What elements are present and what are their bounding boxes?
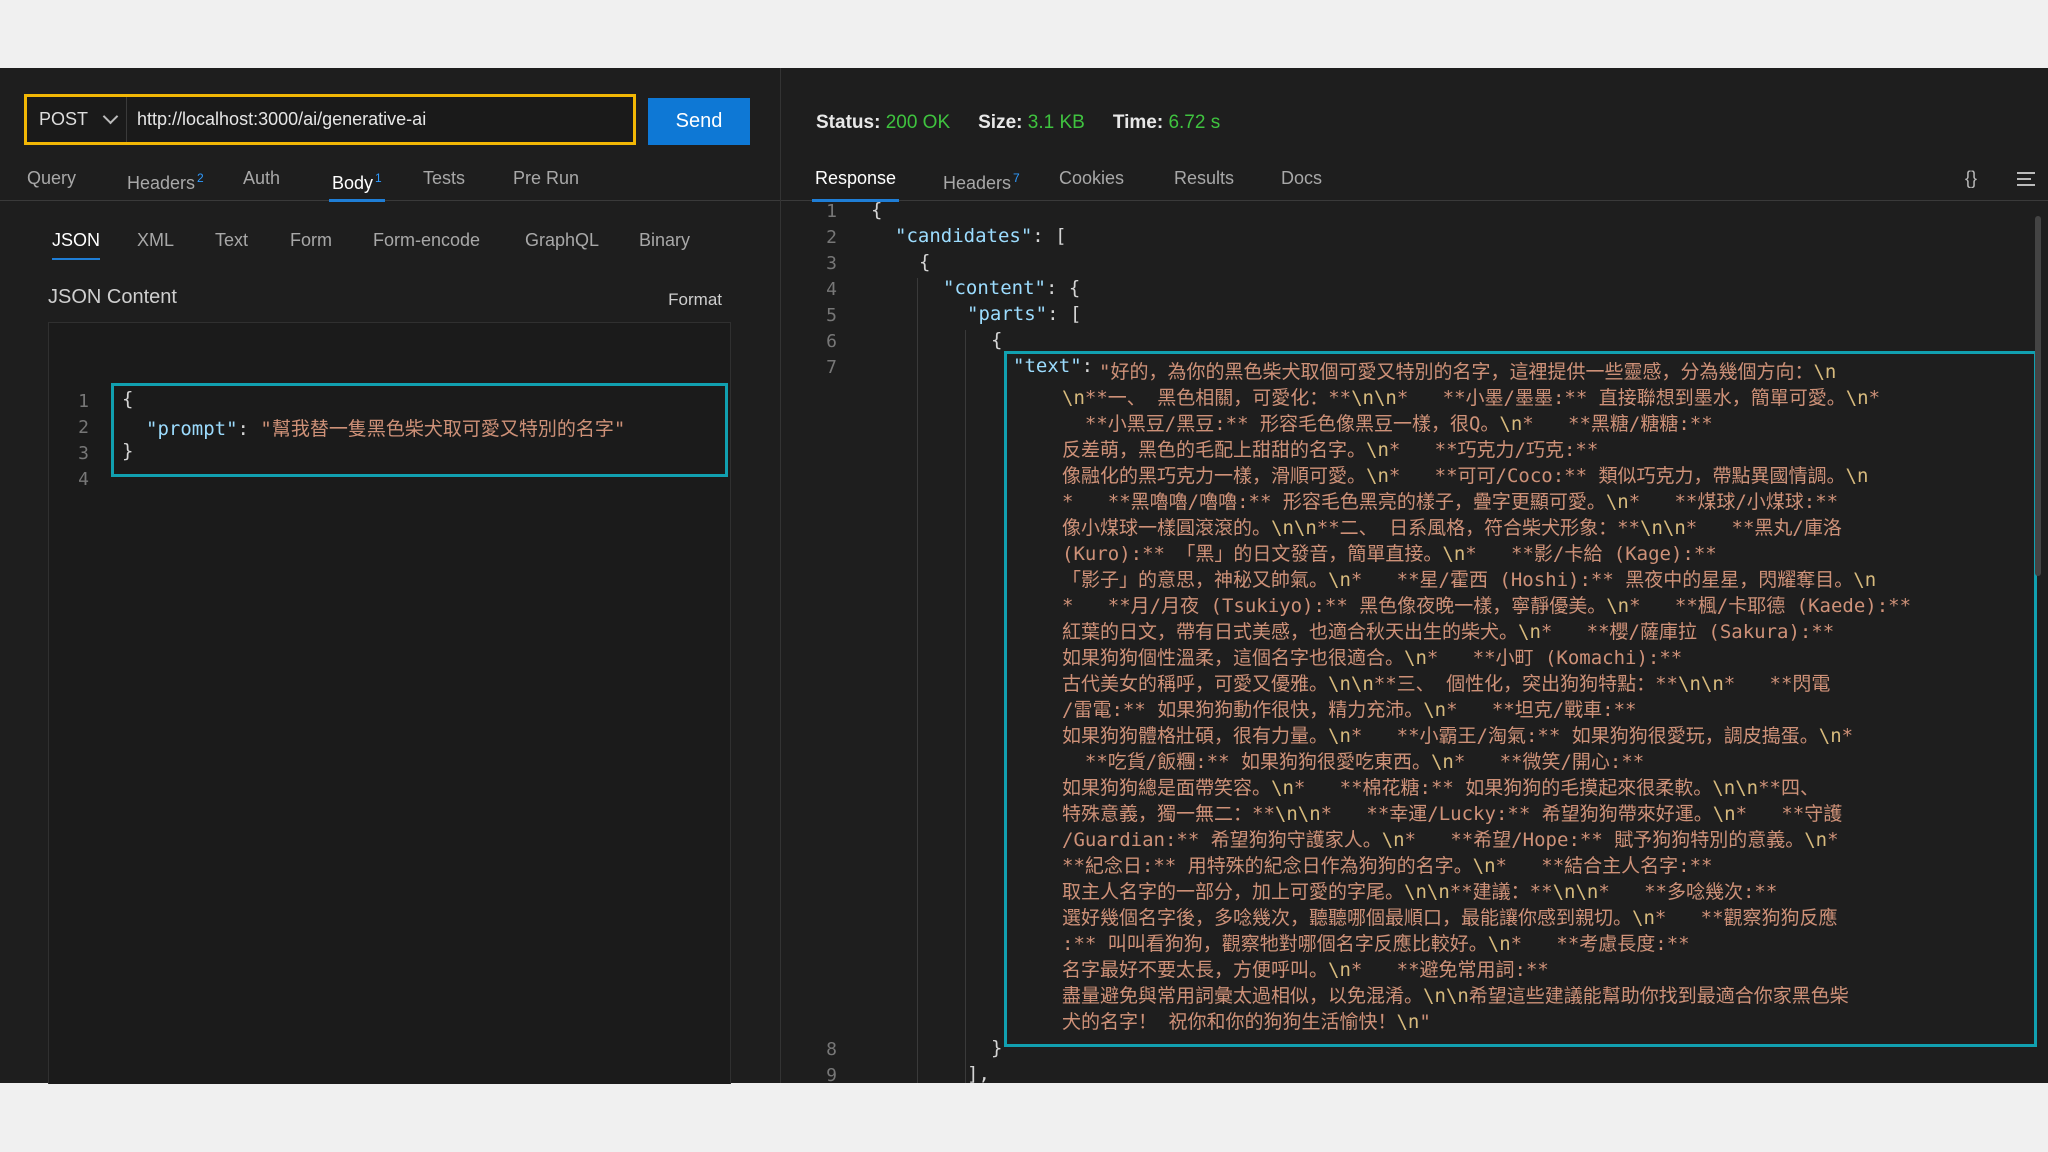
tab-label: Tests bbox=[423, 168, 466, 188]
tab-cookies[interactable]: Cookies bbox=[1059, 160, 1124, 200]
tab-body[interactable]: Body 1 bbox=[329, 160, 385, 202]
line-number: 1 bbox=[78, 391, 89, 412]
url-bar: POST bbox=[24, 94, 636, 145]
scrollbar[interactable] bbox=[2035, 216, 2041, 576]
body-tab-form-encode[interactable]: Form-encode bbox=[373, 230, 480, 251]
tab-label: Results bbox=[1174, 168, 1235, 188]
line-number: 8 bbox=[826, 1039, 837, 1060]
json-punct: : { bbox=[1045, 277, 1081, 299]
code-line: { bbox=[871, 199, 883, 221]
braces-icon[interactable]: {} bbox=[1965, 160, 1977, 196]
line-number: 3 bbox=[78, 443, 89, 464]
tab-response-headers[interactable]: Headers 7 bbox=[943, 160, 1020, 200]
json-key: "content" bbox=[943, 277, 1046, 299]
method-label: POST bbox=[39, 109, 89, 129]
tab-badge: 7 bbox=[1013, 171, 1020, 185]
indent-guide bbox=[965, 330, 966, 1083]
tab-docs[interactable]: Docs bbox=[1281, 160, 1322, 200]
body-tab-xml[interactable]: XML bbox=[137, 230, 174, 251]
code-line: "content": { bbox=[943, 277, 1080, 299]
tab-query[interactable]: Query bbox=[27, 160, 76, 200]
tab-label: Auth bbox=[243, 168, 281, 188]
code-line: { bbox=[919, 251, 931, 273]
tab-headers[interactable]: Headers 2 bbox=[127, 160, 204, 200]
highlight-box bbox=[1004, 351, 2037, 1047]
json-punct: : [ bbox=[1032, 225, 1067, 247]
status-label: Status: bbox=[816, 112, 881, 133]
request-tabs: Query Headers 2 Auth Body 1 Tests Pre Run bbox=[0, 160, 780, 202]
tab-tests[interactable]: Tests bbox=[423, 160, 465, 200]
line-number: 4 bbox=[78, 469, 89, 490]
code-line: ], bbox=[967, 1063, 990, 1085]
chevron-down-icon bbox=[102, 108, 119, 125]
tab-label: Body bbox=[332, 173, 374, 193]
response-status-bar: Status: 200 OK Size: 3.1 KB Time: 6.72 s bbox=[816, 112, 1220, 134]
json-content-label: JSON Content bbox=[48, 286, 177, 308]
line-number: 7 bbox=[826, 357, 837, 378]
code-line: "candidates": [ bbox=[895, 225, 1067, 247]
size-label: Size: bbox=[978, 112, 1023, 133]
time: Time: 6.72 s bbox=[1113, 112, 1220, 134]
tab-response[interactable]: Response bbox=[811, 160, 900, 202]
url-input[interactable] bbox=[127, 108, 633, 131]
body-tab-form[interactable]: Form bbox=[290, 230, 332, 251]
tab-badge: 1 bbox=[375, 171, 382, 185]
line-number: 2 bbox=[826, 227, 837, 248]
size-value: 3.1 KB bbox=[1027, 112, 1085, 133]
line-number: 9 bbox=[826, 1065, 837, 1086]
tab-badge: 2 bbox=[197, 171, 204, 185]
tab-auth[interactable]: Auth bbox=[243, 160, 280, 200]
time-label: Time: bbox=[1112, 112, 1164, 133]
time-value: 6.72 s bbox=[1168, 112, 1221, 133]
body-tab-json[interactable]: JSON bbox=[52, 230, 101, 260]
tab-label: Cookies bbox=[1059, 168, 1125, 188]
tab-label: Pre Run bbox=[513, 168, 580, 188]
response-panel: Status: 200 OK Size: 3.1 KB Time: 6.72 s… bbox=[781, 68, 2048, 1086]
indent-guide bbox=[917, 278, 918, 1083]
tab-label: Response bbox=[815, 168, 897, 188]
line-number: 6 bbox=[826, 331, 837, 352]
tab-label: Headers bbox=[127, 173, 196, 193]
code-line: { bbox=[991, 329, 1003, 351]
json-key: "parts" bbox=[967, 303, 1048, 325]
status: Status: 200 OK bbox=[816, 112, 950, 134]
tab-pre-run[interactable]: Pre Run bbox=[513, 160, 579, 200]
menu-icon[interactable] bbox=[2017, 172, 2035, 186]
json-key: "candidates" bbox=[895, 225, 1033, 247]
line-number: 4 bbox=[826, 279, 837, 300]
tab-results[interactable]: Results bbox=[1174, 160, 1234, 200]
body-tab-binary[interactable]: Binary bbox=[639, 230, 690, 251]
code-line: "parts": [ bbox=[967, 303, 1081, 325]
code-line: } bbox=[991, 1037, 1003, 1059]
response-tabs: Response Headers 7 Cookies Results Docs {… bbox=[781, 160, 2048, 202]
format-button[interactable]: Format bbox=[668, 290, 722, 310]
size: Size: 3.1 KB bbox=[978, 112, 1085, 134]
tab-label: Docs bbox=[1281, 168, 1323, 188]
json-punct: : [ bbox=[1047, 303, 1082, 325]
line-number: 3 bbox=[826, 253, 837, 274]
send-button[interactable]: Send bbox=[648, 98, 750, 145]
body-tab-graphql[interactable]: GraphQL bbox=[525, 230, 599, 251]
tab-label: Query bbox=[27, 168, 77, 188]
line-number: 5 bbox=[826, 305, 837, 326]
method-select[interactable]: POST bbox=[27, 97, 127, 142]
status-value: 200 OK bbox=[885, 112, 951, 133]
line-number: 1 bbox=[826, 201, 837, 222]
highlight-box bbox=[111, 383, 728, 477]
request-panel: POST Send Query Headers2 Auth Body1 Test… bbox=[0, 68, 781, 1084]
body-tab-text[interactable]: Text bbox=[215, 230, 248, 251]
line-number: 2 bbox=[78, 417, 89, 438]
tab-label: Headers bbox=[943, 173, 1012, 193]
api-client-app: POST Send Query Headers2 Auth Body1 Test… bbox=[0, 68, 2048, 1086]
